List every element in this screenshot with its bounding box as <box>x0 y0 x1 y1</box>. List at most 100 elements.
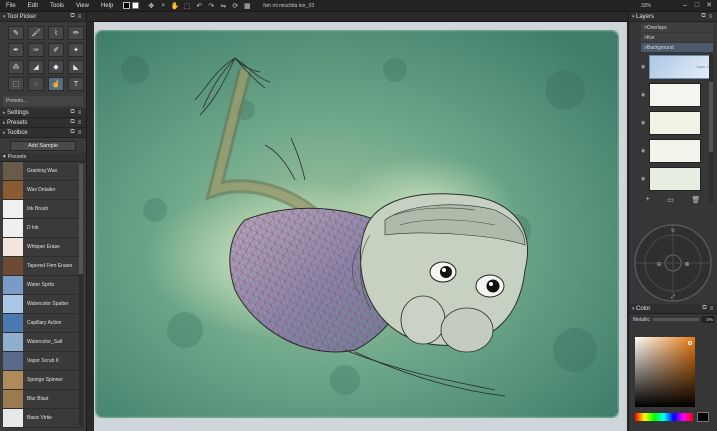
pen-icon[interactable]: ✎ <box>8 26 24 40</box>
layers-scrollbar[interactable] <box>709 52 713 202</box>
presets-subheader[interactable]: ▾ Presets <box>0 153 86 162</box>
menu-icon[interactable]: ≡ <box>707 14 714 20</box>
palette-knife-icon[interactable]: ◣ <box>68 60 84 74</box>
layer-item[interactable]: ◉ <box>641 166 713 192</box>
layer-group-kor[interactable]: >Kor <box>641 33 713 42</box>
hand-icon[interactable]: ✋ <box>171 2 180 10</box>
metallic-slider[interactable] <box>652 318 699 321</box>
select-icon[interactable]: ⬚ <box>8 77 24 91</box>
grid-icon[interactable]: ▦ <box>243 2 251 10</box>
toolbox-header[interactable]: ▸ Toolbox ⧉ ≡ <box>0 128 86 138</box>
dropper-icon[interactable]: ⌇ <box>48 26 64 40</box>
layer-thumbnail[interactable] <box>649 139 701 163</box>
layer-thumbnail[interactable]: Layer 1 <box>649 55 713 79</box>
redo-icon[interactable]: ↷ <box>207 2 215 10</box>
color-picker-square[interactable] <box>635 337 695 407</box>
hue-slider[interactable] <box>635 413 693 421</box>
pencil-icon[interactable]: ✏ <box>68 26 84 40</box>
preset-item[interactable]: Blur Blast <box>3 390 85 409</box>
preset-item[interactable]: Water Spritz <box>3 276 85 295</box>
layer-group-background[interactable]: >Background <box>641 43 713 52</box>
maximize-icon[interactable]: □ <box>691 0 703 12</box>
menu-tools[interactable]: Tools <box>44 0 70 12</box>
navigator-wheel[interactable]: ↻ ⊖ ⊕ ⤢ <box>632 222 714 304</box>
menu-help[interactable]: Help <box>95 0 119 12</box>
marker-icon[interactable]: ✐ <box>48 43 64 57</box>
color-picker-cursor[interactable] <box>688 341 692 345</box>
minimize-icon[interactable]: – <box>679 0 691 12</box>
menu-icon[interactable]: ≡ <box>76 110 83 116</box>
trash-icon[interactable]: 🗑 <box>691 196 700 204</box>
preset-scrollbar[interactable] <box>79 164 83 426</box>
menu-icon[interactable]: ≡ <box>76 14 83 20</box>
layer-thumbnail[interactable] <box>649 167 701 191</box>
float-icon[interactable]: ⧉ <box>69 129 76 136</box>
preset-item[interactable]: Basic Virtie <box>3 409 85 428</box>
folder-icon[interactable]: ▭ <box>667 196 674 204</box>
eye-icon[interactable]: ◉ <box>641 176 645 182</box>
eye-icon[interactable]: ◉ <box>641 120 645 126</box>
preset-item[interactable]: Vapor Scrub II <box>3 352 85 371</box>
menu-icon[interactable]: ≡ <box>76 120 83 126</box>
blur-icon[interactable]: ◌ <box>28 77 44 91</box>
primary-color-swatch[interactable] <box>123 2 131 9</box>
ink-icon[interactable]: ✑ <box>28 43 44 57</box>
metallic-value[interactable]: 0% <box>702 316 714 323</box>
painting-canvas[interactable] <box>95 30 619 418</box>
menu-view[interactable]: View <box>70 0 95 12</box>
layer-thumbnail[interactable] <box>649 111 701 135</box>
menu-icon[interactable]: ≡ <box>76 130 83 136</box>
tool-picker-header[interactable]: ▾ Tool Picker ⧉ ≡ <box>0 12 86 22</box>
preset-item[interactable]: Watercolor Spatter <box>3 295 85 314</box>
presets-header[interactable]: ▸ Presets ⧉ ≡ <box>0 118 86 128</box>
add-sample-button[interactable]: Add Sample <box>10 141 76 151</box>
text-icon[interactable]: T <box>68 77 84 91</box>
add-layer-icon[interactable]: + <box>646 196 650 204</box>
layer-group-overlays[interactable]: >Overlays <box>641 23 713 32</box>
preset-item[interactable]: Sponge Spinner <box>3 371 85 390</box>
layer-item[interactable]: ◉ <box>641 138 713 164</box>
flip-icon[interactable]: ⇋ <box>219 2 227 10</box>
rotate-icon[interactable]: ⟳ <box>231 2 239 10</box>
transform-icon[interactable]: ⬚ <box>183 2 191 10</box>
eye-icon[interactable]: ◉ <box>641 64 645 70</box>
preset-item[interactable]: Capillary Action <box>3 314 85 333</box>
preset-item[interactable]: Tapered Firm Eraser <box>3 257 85 276</box>
close-icon[interactable]: ✕ <box>703 0 715 12</box>
menu-file[interactable]: File <box>0 0 22 12</box>
secondary-color-swatch[interactable] <box>132 2 140 9</box>
preset-item[interactable]: Whisper Erase <box>3 238 85 257</box>
float-icon[interactable]: ⧉ <box>700 13 707 20</box>
preset-item[interactable]: Graining Wax <box>3 162 85 181</box>
preset-item[interactable]: D Ink <box>3 219 85 238</box>
spray-icon[interactable]: ⁂ <box>8 60 24 74</box>
smudge-icon[interactable]: ☝ <box>48 77 64 91</box>
layers-header[interactable]: ▾ Layers ⧉ ≡ <box>629 12 717 22</box>
move-icon[interactable]: ✥ <box>147 2 155 10</box>
menu-edit[interactable]: Edit <box>22 0 44 12</box>
current-color-swatch[interactable] <box>697 412 709 422</box>
airbrush-icon[interactable]: ✒ <box>8 43 24 57</box>
brush-icon[interactable]: 🖌 <box>28 26 44 40</box>
layer-item[interactable]: ◉ Layer 1 <box>641 54 713 80</box>
preset-item[interactable]: Watercolor_Salt <box>3 333 85 352</box>
fill-icon[interactable]: ◆ <box>48 60 64 74</box>
color-header[interactable]: ▾ Color ⧉ ≡ <box>629 304 717 314</box>
eye-icon[interactable]: ◉ <box>641 148 645 154</box>
settings-header[interactable]: ▸ Settings ⧉ ≡ <box>0 108 86 118</box>
layer-item[interactable]: ◉ <box>641 82 713 108</box>
layer-thumbnail[interactable] <box>649 83 701 107</box>
wand-icon[interactable]: ✦ <box>68 43 84 57</box>
float-icon[interactable]: ⧉ <box>701 305 708 312</box>
eye-icon[interactable]: ◉ <box>641 92 645 98</box>
undo-icon[interactable]: ↶ <box>195 2 203 10</box>
zoom-icon[interactable]: ⌕ <box>159 2 167 10</box>
menu-icon[interactable]: ≡ <box>708 306 715 312</box>
float-icon[interactable]: ⧉ <box>69 119 76 126</box>
chalk-icon[interactable]: ◢ <box>28 60 44 74</box>
presets-dropdown[interactable]: Presets... <box>3 96 83 106</box>
float-icon[interactable]: ⧉ <box>69 109 76 116</box>
float-icon[interactable]: ⧉ <box>69 13 76 20</box>
layer-item[interactable]: ◉ <box>641 110 713 136</box>
preset-item[interactable]: Ink Brush <box>3 200 85 219</box>
